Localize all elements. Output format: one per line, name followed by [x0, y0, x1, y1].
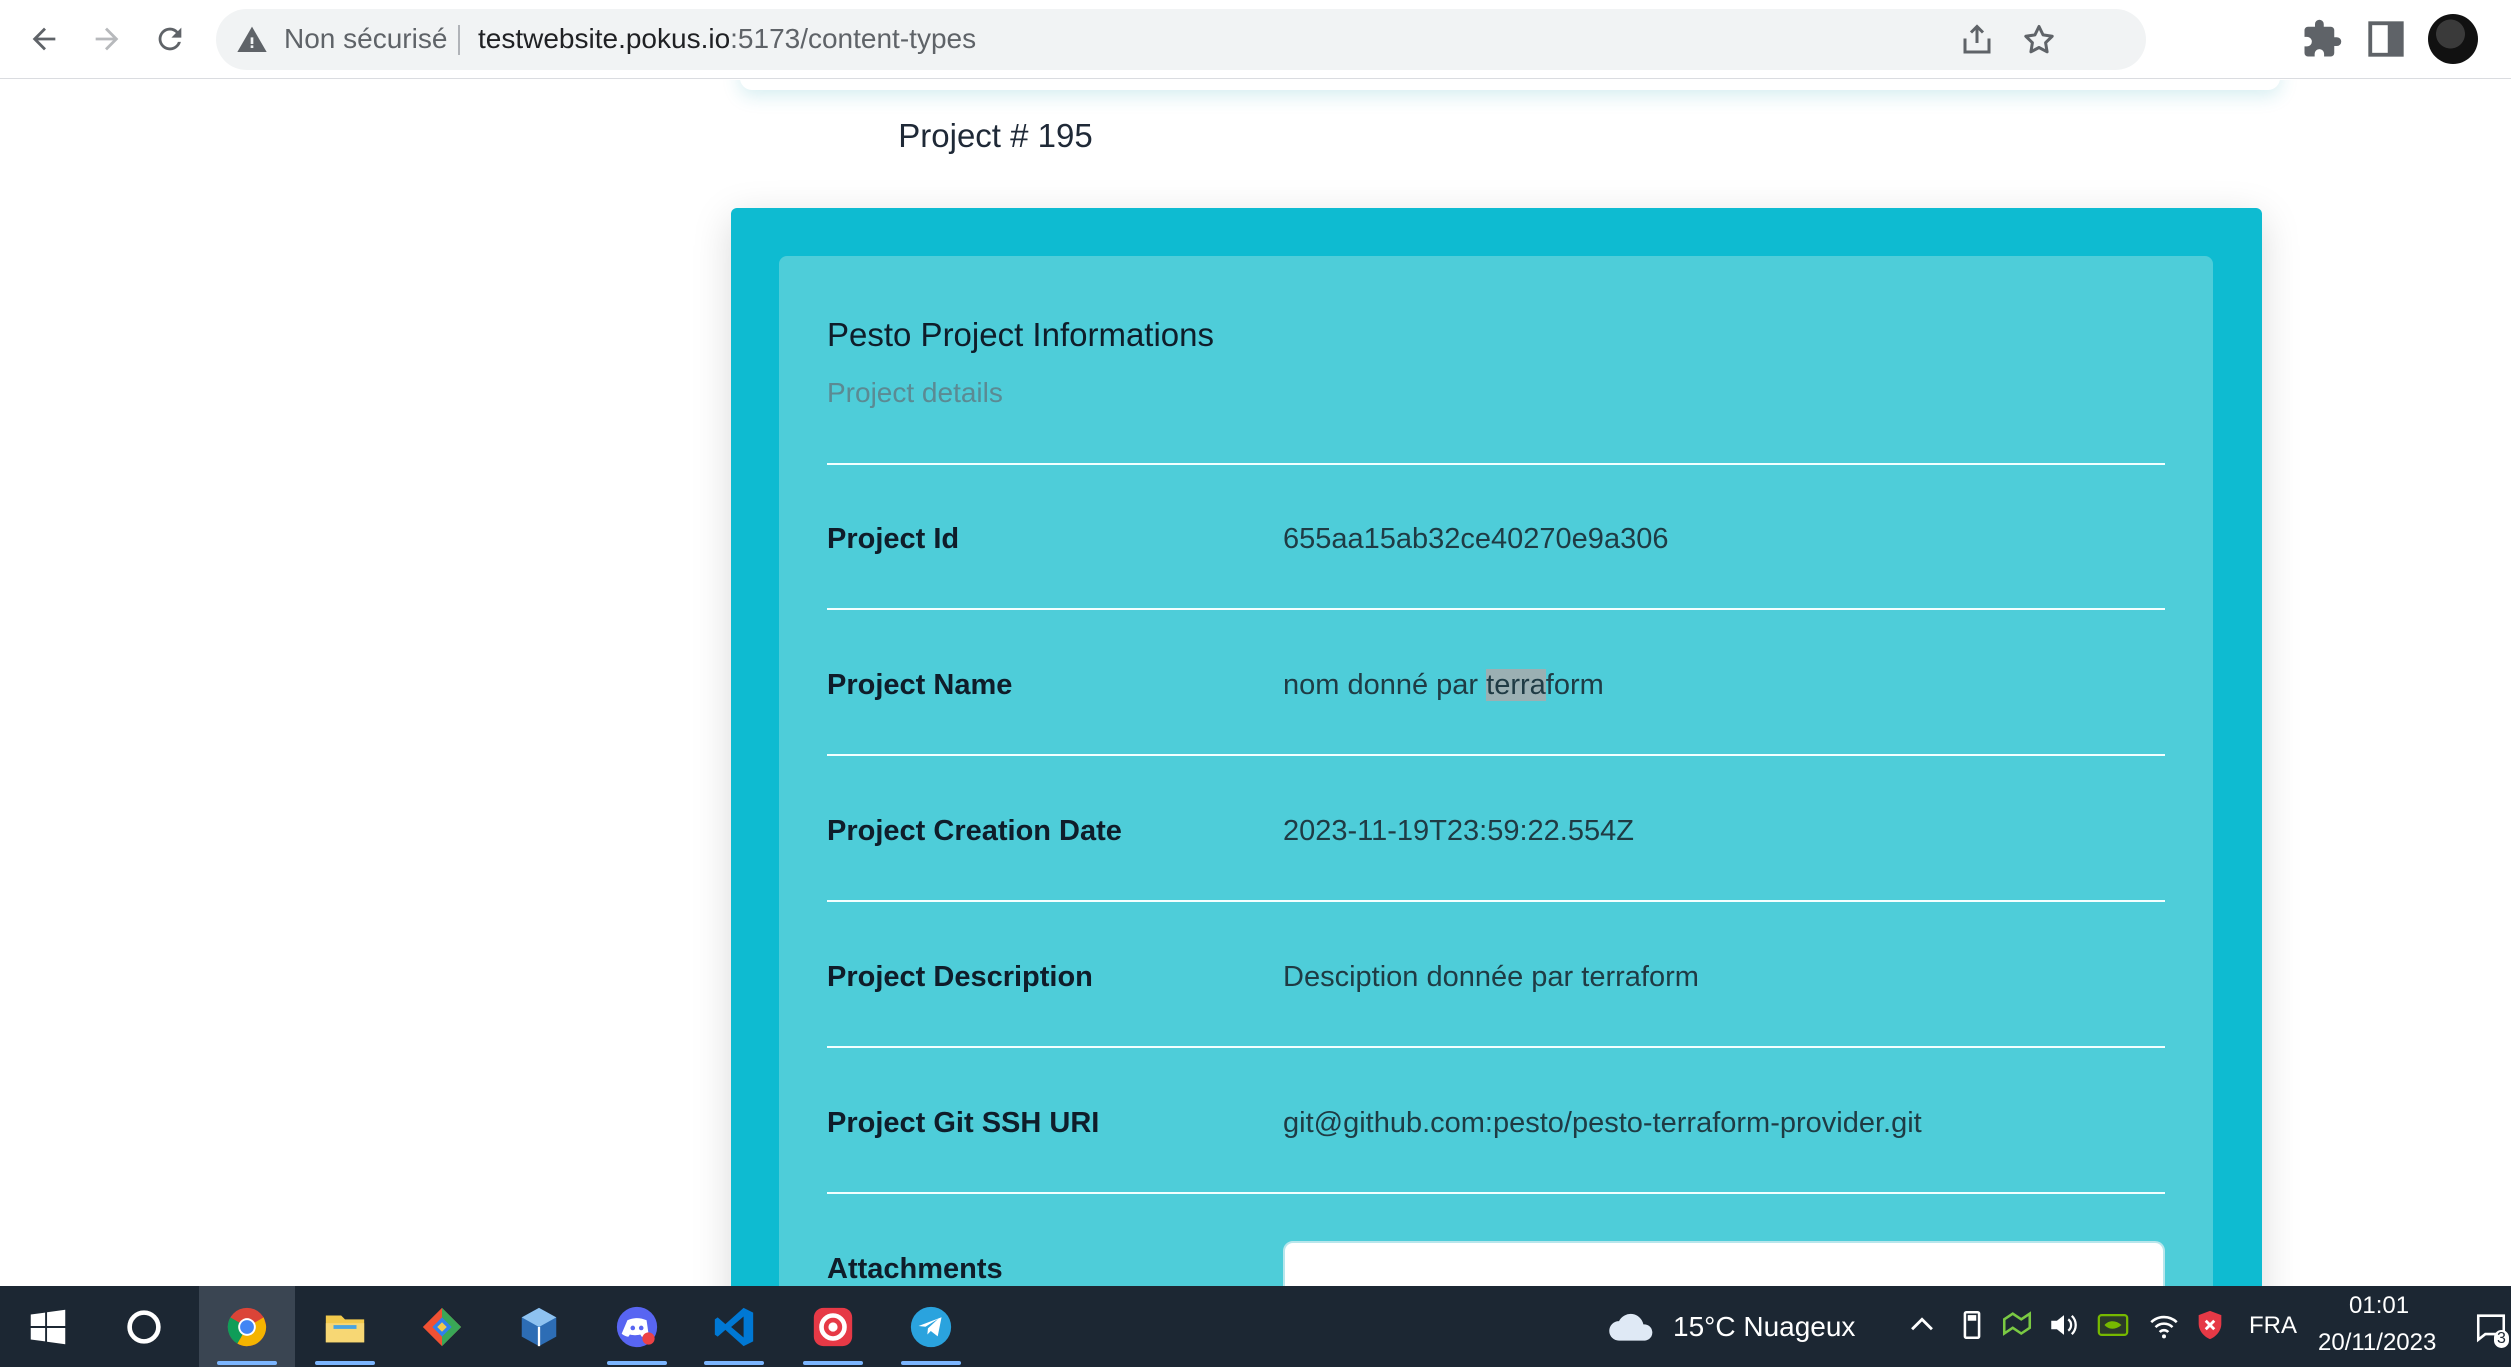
address-bar[interactable]: Non sécurisé testwebsite.pokus.io:5173/c… [216, 9, 2146, 70]
reload-icon [158, 27, 182, 51]
section-subtitle: Project details [827, 377, 1003, 408]
attachments-dropzone[interactable] [1283, 1241, 2165, 1286]
project-card: Pesto Project Informations Project detai… [731, 208, 2262, 1286]
discord-icon [616, 1306, 658, 1347]
selected-text: terra [1486, 669, 1546, 701]
vscode-icon [714, 1307, 754, 1346]
page-content: Project # 195 Pesto Project Informations… [0, 80, 2511, 1286]
divider [827, 754, 2165, 756]
project-description-value: Desciption donnée par terraform [1283, 961, 1699, 993]
taskbar-debugger-app[interactable] [785, 1286, 881, 1367]
usb-device-icon[interactable] [1955, 1308, 1989, 1342]
divider [827, 900, 2165, 902]
red-swirl-app-icon [813, 1307, 853, 1346]
share-icon[interactable] [1959, 22, 1995, 58]
bookmark-star-icon[interactable] [2021, 22, 2057, 58]
project-id-value: 655aa15ab32ce40270e9a306 [1283, 523, 1669, 555]
warning-icon [237, 26, 267, 52]
project-name-label: Project Name [827, 669, 1013, 701]
windows-logo-icon [30, 1309, 66, 1344]
notification-count-badge: 3 [2494, 1330, 2509, 1348]
input-language[interactable]: FRA [2249, 1312, 2297, 1340]
taskbar: 15°C Nuageux FRA 01:01 20/11/2023 3 [0, 1286, 2511, 1367]
taskbar-vscode[interactable] [686, 1286, 782, 1367]
divider [827, 463, 2165, 465]
divider [827, 1046, 2165, 1048]
app-tray-icon[interactable] [2000, 1308, 2034, 1342]
git-diamond-icon [422, 1307, 462, 1346]
forward-arrow-icon [95, 27, 119, 51]
taskbar-virtualbox[interactable] [491, 1286, 587, 1367]
project-creation-date-value: 2023-11-19T23:59:22.554Z [1283, 815, 1634, 847]
clock-date[interactable]: 20/11/2023 [2318, 1329, 2436, 1357]
url-text[interactable]: testwebsite.pokus.io:5173/content-types [478, 23, 976, 55]
back-arrow-icon [32, 27, 56, 51]
cortana-circle-icon [127, 1309, 161, 1344]
folder-icon [325, 1315, 365, 1342]
taskbar-telegram[interactable] [883, 1286, 979, 1367]
project-description-label: Project Description [827, 961, 1093, 993]
project-name-text-start: nom donné par [1283, 669, 1487, 701]
running-indicator [704, 1361, 764, 1365]
divider [827, 1192, 2165, 1194]
project-name-value: nom donné par terraform [1283, 669, 1604, 702]
header-shadow [740, 80, 2280, 90]
telegram-icon [910, 1306, 952, 1347]
project-git-ssh-uri-value: git@github.com:pesto/pesto-terraform-pro… [1283, 1107, 1922, 1139]
volume-icon[interactable] [2047, 1308, 2081, 1342]
url-host: testwebsite.pokus.io [478, 23, 731, 54]
side-panel-icon[interactable] [2365, 18, 2407, 60]
taskbar-git-app[interactable] [394, 1286, 490, 1367]
weather-text[interactable]: 15°C Nuageux [1673, 1311, 1855, 1343]
clock-time[interactable]: 01:01 [2349, 1292, 2409, 1320]
chevron-up-icon[interactable] [1905, 1308, 1939, 1342]
project-git-ssh-uri-label: Project Git SSH URI [827, 1107, 1100, 1139]
attachments-label: Attachments [827, 1253, 1003, 1285]
running-indicator [803, 1361, 863, 1365]
search-button[interactable] [96, 1286, 192, 1367]
browser-toolbar: Non sécurisé testwebsite.pokus.io:5173/c… [0, 0, 2511, 79]
profile-avatar[interactable] [2428, 14, 2478, 64]
taskbar-discord[interactable] [589, 1286, 685, 1367]
project-creation-date-label: Project Creation Date [827, 815, 1122, 847]
project-info-panel: Pesto Project Informations Project detai… [779, 256, 2213, 1286]
virtualbox-cube-icon [521, 1307, 557, 1346]
back-button[interactable] [15, 10, 73, 68]
extensions-puzzle-icon[interactable] [2301, 18, 2343, 60]
cloud-weather-icon[interactable] [1606, 1307, 1658, 1345]
wifi-icon[interactable] [2147, 1308, 2181, 1342]
project-name-text-end: form [1545, 669, 1604, 701]
active-indicator [217, 1361, 277, 1365]
taskbar-file-explorer[interactable] [297, 1286, 393, 1367]
page-title: Project # 195 [898, 117, 1093, 154]
nvidia-icon[interactable] [2096, 1308, 2130, 1342]
section-title: Pesto Project Informations [827, 316, 1215, 353]
windows-start-button[interactable] [0, 1286, 96, 1367]
security-label[interactable]: Non sécurisé [284, 23, 447, 55]
security-shield-icon[interactable] [2193, 1308, 2227, 1342]
forward-button[interactable] [78, 10, 136, 68]
project-id-label: Project Id [827, 523, 960, 555]
chrome-icon [227, 1307, 267, 1346]
running-indicator [607, 1361, 667, 1365]
running-indicator [901, 1361, 961, 1365]
divider [827, 608, 2165, 610]
running-indicator [315, 1361, 375, 1365]
url-path: :5173/content-types [730, 23, 977, 54]
taskbar-chrome[interactable] [199, 1286, 295, 1367]
reload-button[interactable] [141, 10, 199, 68]
address-separator [458, 25, 460, 55]
